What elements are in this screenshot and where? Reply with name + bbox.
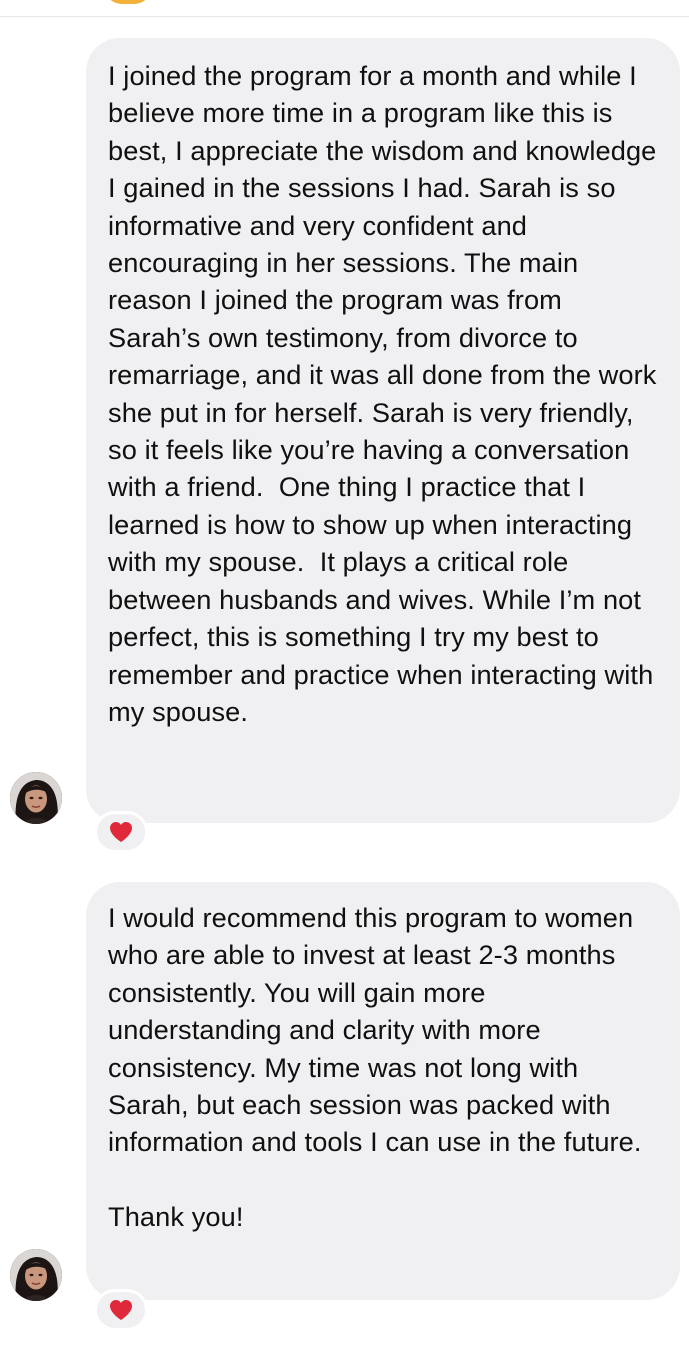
message-text: I would recommend this program to women … — [108, 902, 642, 1158]
message-text: I joined the program for a month and whi… — [108, 60, 665, 727]
user-avatar-image — [10, 1249, 62, 1301]
previous-avatar-peek — [104, 0, 152, 4]
message-text: Thank you! — [108, 1200, 244, 1232]
heart-reaction[interactable] — [94, 811, 148, 853]
heart-reaction[interactable] — [94, 1289, 148, 1331]
top-divider — [0, 16, 689, 17]
heart-icon — [110, 822, 132, 842]
message-bubble[interactable]: I would recommend this program to women … — [86, 882, 680, 1300]
user-avatar[interactable] — [10, 1249, 62, 1301]
user-avatar-image — [10, 772, 62, 824]
message-bubble[interactable]: I joined the program for a month and whi… — [86, 38, 680, 823]
user-avatar[interactable] — [10, 772, 62, 824]
heart-icon — [110, 1300, 132, 1320]
